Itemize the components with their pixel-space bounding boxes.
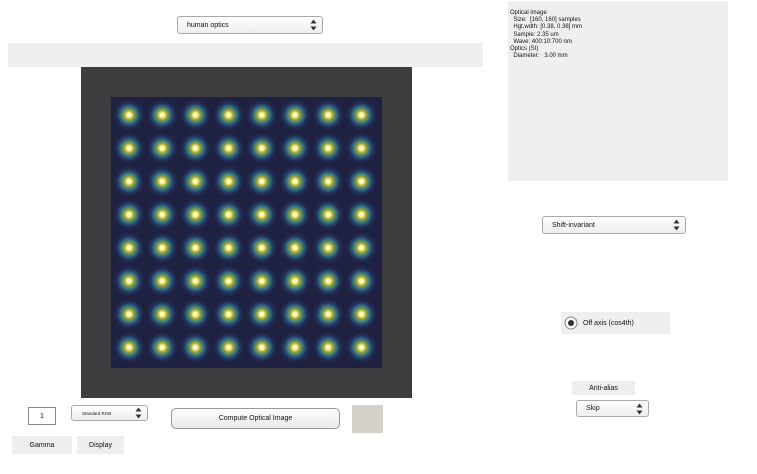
psf-spot-core [160,345,165,350]
info-panel: Optical image Size: [160, 160] samples H… [508,1,728,181]
display-label: Display [77,436,124,454]
psf-spot-core [293,212,297,217]
psf-spot-core [226,113,231,117]
psf-spot-core [326,312,331,317]
psf-spot-core [359,113,364,117]
optics-model-select-value: human optics [187,21,229,29]
psf-spot-core [326,179,331,184]
compute-optical-image-button[interactable]: Compute Optical Image [171,408,340,429]
info-line: Hgt,wdth: [0.38, 0.38] mm [510,24,583,31]
psf-spot-core [259,212,264,217]
psf-spot-core [259,279,264,283]
gamma-value: 1 [40,412,44,420]
info-line: Size: [160, 160] samples [510,17,581,24]
off-axis-option[interactable]: Off axis (cos4th) [561,312,670,334]
info-line: Wave: 400:10:700 nm [510,38,572,45]
psf-spot-core [127,345,131,350]
psf-spot-core [226,146,231,151]
psf-spot-core [259,312,264,317]
psf-spot-core [193,212,198,217]
psf-grid-image [111,97,382,368]
psf-spot-core [293,279,297,283]
psf-spot-core [193,312,198,317]
up-down-arrows-icon [636,403,643,414]
color-swatch [352,405,383,433]
psf-spot-core [193,279,198,283]
psf-spot-core [127,212,131,217]
display-select[interactable]: Standard RGB [71,405,148,421]
psf-spot-core [226,212,231,217]
psf-spot-core [193,345,198,350]
anti-alias-label: Anti-alias [572,381,635,395]
psf-spot-core [293,146,297,151]
psf-spot-core [359,345,364,350]
psf-spot-core [127,113,131,117]
psf-spot-core [259,179,264,184]
psf-spot-core [226,179,231,184]
psf-spot-core [160,113,165,117]
radio-selected-icon[interactable] [564,316,578,330]
up-down-arrows-icon [673,219,680,231]
psf-spot-core [326,146,331,151]
psf-spot-core [326,345,331,350]
psf-spot-core [326,113,331,117]
compute-method-select[interactable]: Shift-invariant [542,216,686,234]
psf-spot-core [359,179,364,184]
toolbar-band [8,43,483,67]
psf-spot-core [160,146,165,151]
psf-spot-core [160,212,165,217]
compute-method-select-value: Shift-invariant [552,221,595,229]
psf-spot-core [359,212,364,217]
psf-spot-core [259,245,264,250]
anti-alias-select[interactable]: Skip [576,400,649,417]
optics-model-select[interactable]: human optics [177,16,323,34]
psf-spot-core [293,179,297,184]
psf-spot-core [127,245,131,250]
up-down-arrows-icon [310,19,317,31]
psf-spot-core [359,146,364,151]
psf-spot-core [326,279,331,283]
psf-spot-core [160,245,165,250]
psf-spot-core [359,279,364,283]
psf-spot-core [193,146,198,151]
psf-spot-core [293,113,297,117]
info-line: Optical image [510,10,547,16]
psf-spot-core [127,279,131,283]
psf-spot-core [293,345,297,350]
psf-spot-core [259,345,264,350]
psf-spot-core [127,312,131,317]
psf-spot-core [226,279,231,283]
up-down-arrows-icon [135,407,142,419]
psf-spot-core [127,146,131,151]
off-axis-label: Off axis (cos4th) [583,319,634,327]
psf-spot-core [326,212,331,217]
psf-spot-core [226,345,231,350]
psf-spot-core [293,312,297,317]
psf-spot-core [259,113,264,117]
psf-spot-core [293,245,297,250]
psf-spot-core [226,245,231,250]
display-select-value: Standard RGB [82,410,112,416]
info-line: Optics (SI) [510,46,539,53]
psf-spot-core [193,245,198,250]
compute-button-label: Compute Optical Image [218,415,293,422]
info-line: Diameter: 3.00 mm [510,53,568,60]
psf-spot-core [359,245,364,250]
psf-spot-core [160,312,165,317]
psf-spot-core [160,179,165,184]
info-line: Sample: 2.35 um [510,31,559,38]
gamma-input[interactable]: 1 [28,407,56,425]
psf-spot-core [259,146,264,151]
psf-spot-core [127,179,131,184]
psf-spot-core [326,245,331,250]
psf-spot-core [226,312,231,317]
psf-spot-core [193,113,198,117]
psf-spot-core [359,312,364,317]
psf-spot-core [193,179,198,184]
optical-image-view[interactable] [81,67,412,398]
gamma-label: Gamma [12,436,72,454]
psf-spot-core [160,279,165,283]
anti-alias-select-value: Skip [586,405,600,412]
